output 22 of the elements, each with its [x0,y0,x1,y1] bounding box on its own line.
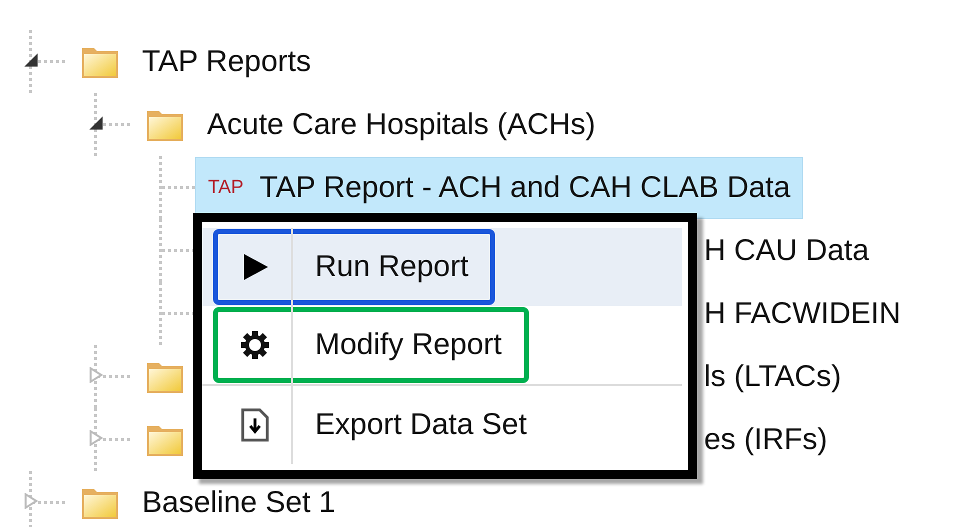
tree-item-label[interactable]: H FACWIDEIN [700,294,905,332]
tree-item-label[interactable]: ls (LTACs) [700,358,846,396]
tree-item-label[interactable]: TAP Reports [138,42,315,80]
tree-item-label[interactable]: Baseline Set 1 [138,484,340,522]
menu-item[interactable]: Modify Report [202,306,682,386]
settings-icon [240,328,270,362]
menu-item[interactable]: Export Data Set [202,386,682,464]
tree-item-label[interactable]: Acute Care Hospitals (ACHs) [203,106,600,144]
expanded-triangle-icon[interactable] [23,52,39,68]
collapsed-triangle-icon[interactable] [23,493,39,509]
collapsed-triangle-icon[interactable] [88,367,104,383]
highlight-frame: Run Report [213,229,496,305]
report-type-label: TAP [208,176,244,198]
tree-item-label[interactable]: H CAU Data [700,232,874,270]
menu-item[interactable]: Run Report [202,228,682,306]
download-document-icon [240,408,270,442]
tree-item-label[interactable]: es (IRFs) [700,420,832,458]
tree-item[interactable]: TAP TAP Report - ACH and CAH CLAB Data [195,156,804,218]
collapsed-triangle-icon[interactable] [88,430,104,446]
tree-item-label: TAP Report - ACH and CAH CLAB Data [260,170,790,204]
expanded-triangle-icon[interactable] [88,115,104,131]
highlight-frame: Modify Report [213,307,529,383]
